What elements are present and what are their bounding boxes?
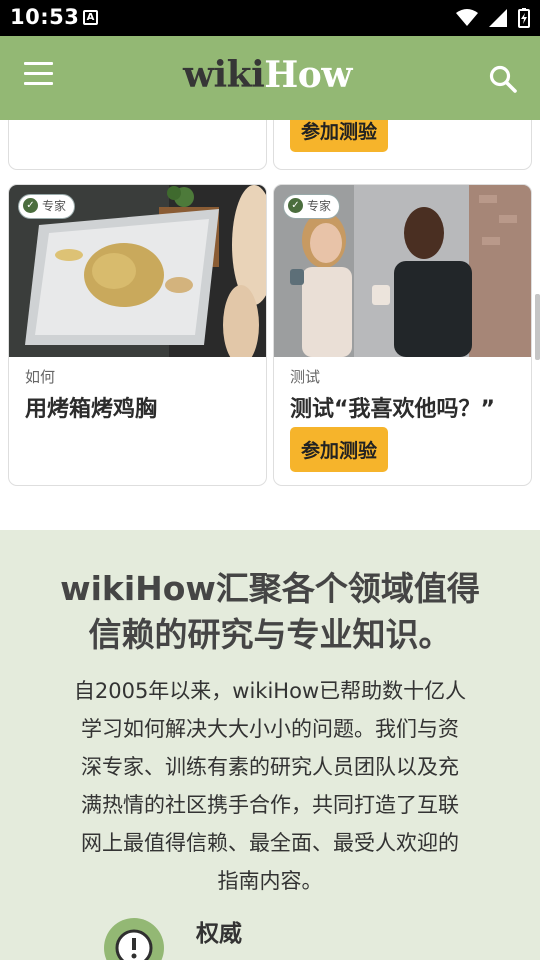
status-bar: 10:53 A xyxy=(0,0,540,36)
authority-title: 权威 xyxy=(196,921,242,947)
system-icons xyxy=(450,7,530,29)
card-partial-right[interactable]: 参加测验 xyxy=(273,120,532,170)
accessibility-badge-icon: A xyxy=(83,10,98,25)
expert-badge-label: 专家 xyxy=(307,199,332,213)
expert-badge: ✓ 专家 xyxy=(283,194,341,219)
status-time: 10:53 xyxy=(10,5,80,29)
check-icon: ✓ xyxy=(23,198,38,213)
menu-icon xyxy=(24,62,53,65)
battery-icon xyxy=(518,7,530,28)
card-type-label: 测试 xyxy=(290,368,321,386)
search-button[interactable] xyxy=(488,64,520,96)
signal-icon xyxy=(488,8,507,27)
article-card-quiz[interactable]: ✓ 专家 测试 测试“我喜欢他吗？” 参加测验 xyxy=(273,184,532,486)
about-body: 自2005年以来，wikiHow已帮助数十亿人 学习如何解决大大小小的问题。我们… xyxy=(73,679,467,893)
logo-how: How xyxy=(264,54,352,96)
app-bar: wikiHow xyxy=(0,36,540,120)
card-partial-left[interactable] xyxy=(8,120,267,170)
card-type-label: 如何 xyxy=(25,368,56,386)
wifi-icon xyxy=(455,8,478,26)
about-section: wikiHow汇聚各个领域值得 信赖的研究与专业知识。 自2005年以来，wik… xyxy=(0,530,540,960)
article-card-chicken[interactable]: ✓ 专家 如何 用烤箱烤鸡胸 xyxy=(8,184,267,486)
scrollbar[interactable] xyxy=(535,294,540,360)
authority-icon xyxy=(104,918,164,960)
content-scroll[interactable]: 参加测验 ✓ 专家 如何 用烤箱烤鸡胸 ✓ 专家 测试 测试“我喜欢他吗？” 参… xyxy=(0,120,540,960)
menu-button[interactable] xyxy=(24,62,60,94)
take-quiz-button[interactable]: 参加测验 xyxy=(290,120,389,152)
wikihow-logo[interactable]: wikiHow xyxy=(183,54,352,96)
expert-badge-label: 专家 xyxy=(42,199,67,213)
article-thumbnail: ✓ 专家 xyxy=(9,185,266,357)
take-quiz-button[interactable]: 参加测验 xyxy=(290,427,389,472)
expert-badge: ✓ 专家 xyxy=(18,194,76,219)
about-title: wikiHow汇聚各个领域值得 信赖的研究与专业知识。 xyxy=(60,569,480,654)
article-thumbnail: ✓ 专家 xyxy=(274,185,531,357)
search-icon xyxy=(489,65,517,93)
check-icon: ✓ xyxy=(288,198,303,213)
card-title: 测试“我喜欢他吗？” xyxy=(290,397,495,422)
logo-wiki: wiki xyxy=(183,54,265,96)
card-title: 用烤箱烤鸡胸 xyxy=(25,397,158,422)
